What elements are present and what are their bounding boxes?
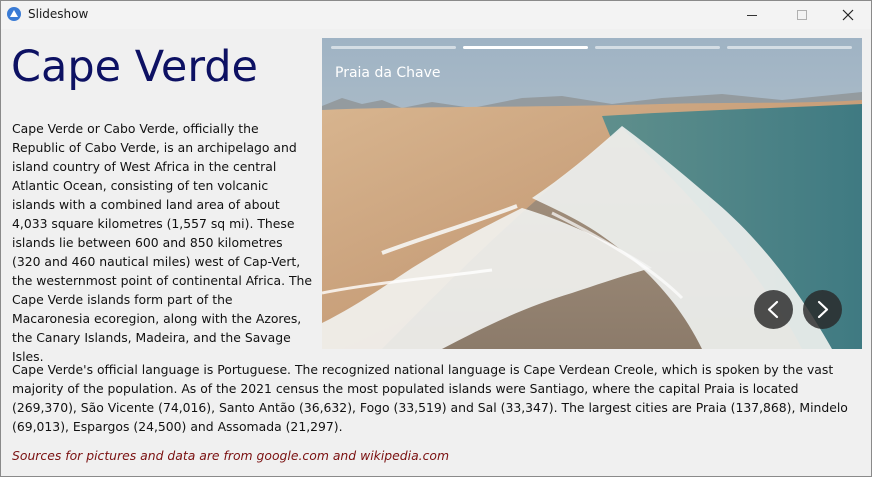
slide-indicator[interactable]: [727, 46, 852, 49]
maximize-icon: [797, 10, 807, 20]
previous-slide-button[interactable]: [754, 290, 793, 329]
sources-note: Sources for pictures and data are from g…: [12, 448, 450, 463]
maximize-button[interactable]: [779, 1, 825, 29]
close-button[interactable]: [825, 1, 871, 29]
slideshow-panel[interactable]: Praia da Chave: [322, 38, 862, 349]
description-paragraph-2: Cape Verde's official language is Portug…: [12, 362, 848, 434]
title-bar[interactable]: Slideshow: [1, 1, 871, 29]
close-icon: [842, 9, 854, 21]
chevron-right-icon: [817, 300, 829, 319]
minimize-icon: [747, 15, 757, 16]
next-slide-button[interactable]: [803, 290, 842, 329]
minimize-button[interactable]: [729, 1, 775, 29]
chevron-left-icon: [767, 300, 779, 319]
window-title: Slideshow: [28, 7, 89, 21]
page-title: Cape Verde: [11, 42, 258, 92]
app-window: Slideshow Cape Verde Cape Verde or Cabo …: [0, 0, 872, 477]
app-logo-icon: [7, 7, 21, 21]
description-paragraph-1: Cape Verde or Cabo Verde, officially the…: [12, 121, 312, 364]
slide-indicator[interactable]: [331, 46, 456, 49]
slide-caption: Praia da Chave: [335, 65, 441, 81]
slide-indicator-active[interactable]: [463, 46, 588, 49]
slide-indicator[interactable]: [595, 46, 720, 49]
